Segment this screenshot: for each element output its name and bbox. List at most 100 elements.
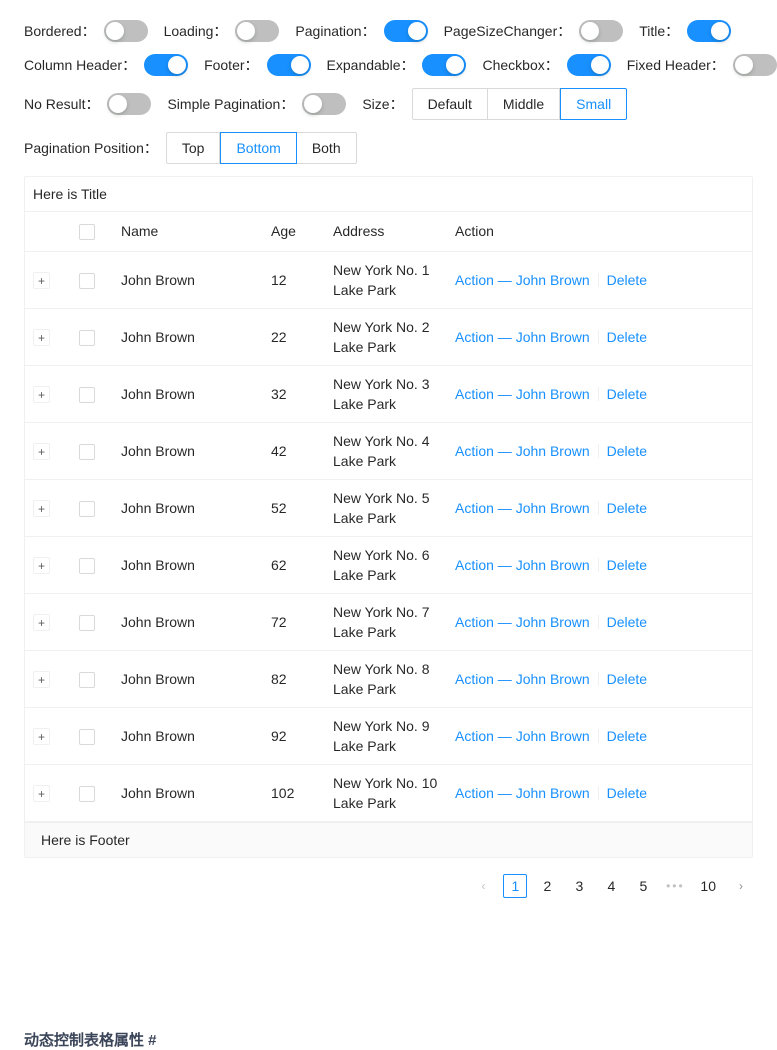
row-expand-cell: + [25, 707, 71, 765]
row-expand-cell: + [25, 764, 71, 822]
control-label-expandable: Expandable： [326, 57, 415, 73]
pagination-page-3[interactable]: 3 [567, 874, 591, 898]
row-checkbox[interactable] [79, 614, 95, 631]
pagination-next-button[interactable]: › [729, 874, 753, 898]
delete-link[interactable]: Delete [607, 329, 647, 345]
pagination-page-5[interactable]: 5 [631, 874, 655, 898]
switch-no-result[interactable] [107, 93, 152, 115]
row-checkbox[interactable] [79, 386, 95, 403]
action-link[interactable]: Action — John Brown [455, 500, 590, 516]
switch-expandable[interactable] [422, 54, 467, 76]
action-link[interactable]: Action — John Brown [455, 728, 590, 744]
cell-name: John Brown [113, 536, 263, 594]
row-expand-cell: + [25, 365, 71, 423]
expand-row-button[interactable]: + [33, 728, 50, 745]
cell-age: 72 [263, 593, 325, 651]
pagination-position-option-both[interactable]: Both [296, 132, 357, 164]
cell-action: Action — John Brown Delete [447, 251, 752, 309]
row-checkbox[interactable] [79, 329, 95, 346]
pagination-page-4[interactable]: 4 [599, 874, 623, 898]
pagination-ellipsis[interactable]: ••• [663, 879, 687, 893]
switch-knob [590, 56, 609, 74]
cell-action: Action — John Brown Delete [447, 764, 752, 822]
pagination-position-option-bottom[interactable]: Bottom [220, 132, 297, 164]
cell-name: John Brown [113, 251, 263, 309]
size-option-small[interactable]: Small [560, 88, 628, 120]
row-checkbox[interactable] [79, 443, 95, 460]
delete-link[interactable]: Delete [607, 785, 647, 801]
expand-row-button[interactable]: + [33, 671, 50, 688]
table-body: + John Brown 12 New York No. 1 Lake Park Act… [25, 251, 752, 822]
control-no-result: No Result： [24, 93, 152, 115]
expand-row-button[interactable]: + [33, 443, 50, 460]
switch-title[interactable] [687, 20, 732, 42]
delete-link[interactable]: Delete [607, 443, 647, 459]
action-link[interactable]: Action — John Brown [455, 329, 590, 345]
switch-pagination[interactable] [383, 20, 428, 42]
pagination-prev-button[interactable]: ‹ [471, 874, 495, 898]
switch-knob [734, 56, 753, 74]
control-column-header: Column Header： [24, 54, 189, 76]
pagination-page-1[interactable]: 1 [503, 873, 528, 898]
expand-row-button[interactable]: + [33, 272, 50, 289]
table-row: + John Brown 12 New York No. 1 Lake Park Act… [25, 251, 752, 309]
action-link[interactable]: Action — John Brown [455, 386, 590, 402]
delete-link[interactable]: Delete [607, 386, 647, 402]
pagination-page-last[interactable]: 10 [695, 874, 721, 898]
header-age[interactable]: Age [263, 212, 325, 252]
action-separator [597, 557, 599, 572]
cell-age: 62 [263, 536, 325, 594]
row-checkbox[interactable] [79, 500, 95, 517]
switch-page-size-changer[interactable] [579, 20, 624, 42]
delete-link[interactable]: Delete [607, 557, 647, 573]
expand-row-button[interactable]: + [33, 329, 50, 346]
header-address[interactable]: Address [325, 212, 447, 252]
row-checkbox[interactable] [79, 272, 95, 289]
delete-link[interactable]: Delete [607, 614, 647, 630]
switch-column-header[interactable] [144, 54, 189, 76]
switch-simple-pagination[interactable] [302, 93, 347, 115]
switch-knob [407, 22, 426, 40]
expand-row-button[interactable]: + [33, 386, 50, 403]
size-option-middle[interactable]: Middle [487, 88, 561, 120]
switch-fixed-header[interactable] [732, 54, 777, 76]
row-checkbox[interactable] [79, 728, 95, 745]
expand-row-button[interactable]: + [33, 785, 50, 802]
delete-link[interactable]: Delete [607, 671, 647, 687]
header-name[interactable]: Name [113, 212, 263, 252]
delete-link[interactable]: Delete [607, 728, 647, 744]
row-checkbox[interactable] [79, 557, 95, 574]
action-link[interactable]: Action — John Brown [455, 614, 590, 630]
action-link[interactable]: Action — John Brown [455, 272, 590, 288]
switch-bordered[interactable] [103, 20, 148, 42]
delete-link[interactable]: Delete [607, 500, 647, 516]
pagination-position-option-top[interactable]: Top [165, 132, 221, 164]
expand-row-button[interactable]: + [33, 614, 50, 631]
expand-row-button[interactable]: + [33, 500, 50, 517]
header-action[interactable]: Action [447, 212, 752, 252]
controls-row-3: No Result： Simple Pagination： Size： Defa… [24, 88, 777, 120]
row-checkbox[interactable] [79, 785, 95, 802]
switch-knob [290, 56, 309, 74]
control-checkbox: Checkbox： [482, 54, 611, 76]
action-link[interactable]: Action — John Brown [455, 443, 590, 459]
cell-action: Action — John Brown Delete [447, 479, 752, 537]
cell-name: John Brown [113, 422, 263, 480]
row-checkbox[interactable] [79, 671, 95, 688]
action-separator [597, 329, 599, 344]
action-separator [597, 785, 599, 800]
size-option-default[interactable]: Default [411, 88, 488, 120]
switch-footer[interactable] [266, 54, 311, 76]
cell-name: John Brown [113, 365, 263, 423]
action-link[interactable]: Action — John Brown [455, 671, 590, 687]
expand-row-button[interactable]: + [33, 557, 50, 574]
section-caption: 动态控制表格属性 # [24, 1032, 157, 1049]
select-all-checkbox[interactable] [79, 223, 95, 240]
delete-link[interactable]: Delete [607, 272, 647, 288]
switch-loading[interactable] [235, 20, 280, 42]
action-link[interactable]: Action — John Brown [455, 557, 590, 573]
pagination-page-2[interactable]: 2 [535, 874, 559, 898]
switch-checkbox[interactable] [566, 54, 611, 76]
action-separator [597, 386, 599, 401]
action-link[interactable]: Action — John Brown [455, 785, 590, 801]
